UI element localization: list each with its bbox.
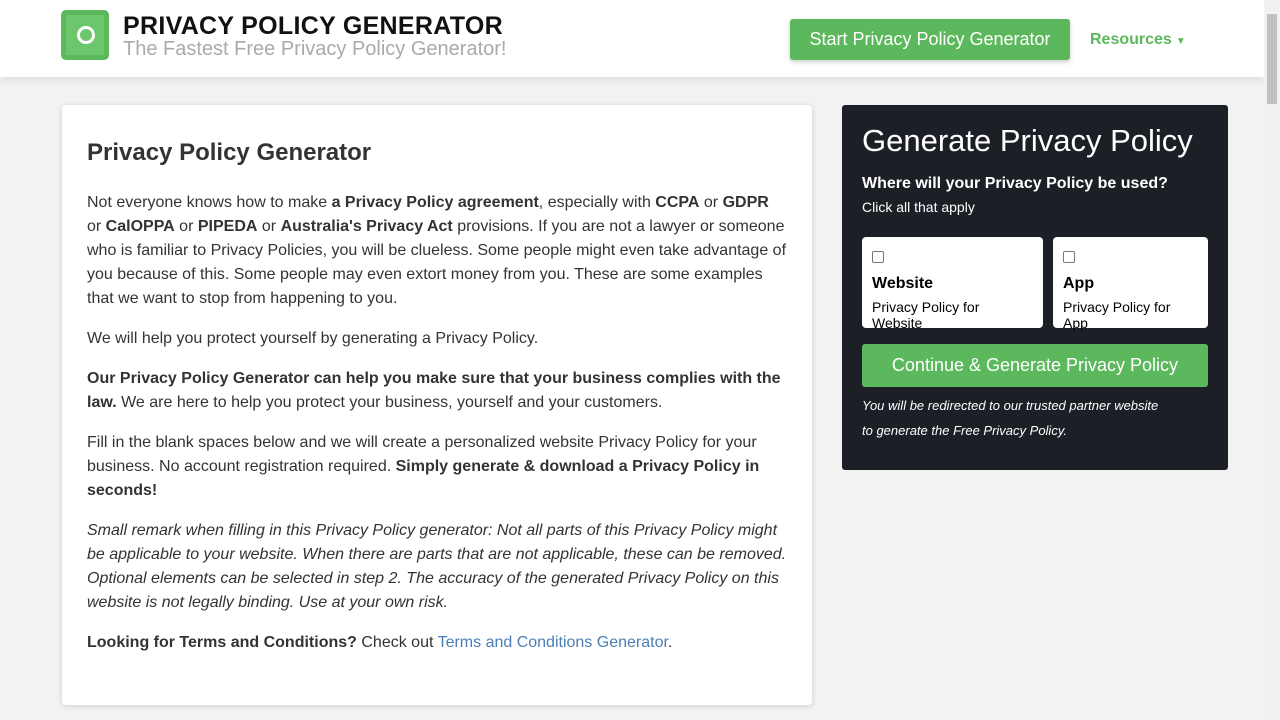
safe-logo-icon[interactable]	[61, 10, 109, 60]
continue-button[interactable]: Continue & Generate Privacy Policy	[862, 344, 1208, 387]
usage-question: Where will your Privacy Policy be used?	[862, 175, 1168, 192]
option-label: Website	[872, 275, 934, 292]
usage-hint: Click all that apply	[862, 199, 975, 215]
content-card: Privacy Policy Generator Not everyone kn…	[62, 105, 812, 705]
option-desc: Privacy Policy for App	[1063, 299, 1171, 331]
help-paragraph: We will help you protect yourself by gen…	[87, 330, 539, 347]
start-generator-button[interactable]: Start Privacy Policy Generator	[790, 19, 1070, 60]
terms-paragraph: Looking for Terms and Conditions? Check …	[87, 634, 673, 651]
fill-paragraph: Fill in the blank spaces below and we wi…	[87, 434, 760, 499]
scrollbar-thumb[interactable]	[1267, 14, 1277, 104]
caret-down-icon: ▼	[1175, 36, 1186, 47]
generate-panel: Generate Privacy Policy Where will your …	[842, 105, 1228, 470]
option-app[interactable]: App Privacy Policy for App	[1053, 237, 1208, 331]
option-label: App	[1063, 275, 1095, 292]
comply-paragraph: Our Privacy Policy Generator can help yo…	[87, 370, 781, 411]
intro-paragraph: Not everyone knows how to make a Privacy…	[87, 194, 787, 307]
brand-name[interactable]: PRIVACY POLICY GENERATOR	[123, 12, 503, 41]
header: PRIVACY POLICY GENERATOR The Fastest Fre…	[0, 0, 1264, 77]
tagline: The Fastest Free Privacy Policy Generato…	[123, 38, 507, 60]
panel-title: Generate Privacy Policy	[862, 123, 1193, 158]
resources-label: Resources	[1090, 31, 1172, 48]
option-website[interactable]: Website Privacy Policy for Website	[862, 237, 1043, 331]
page-title: Privacy Policy Generator	[87, 139, 372, 166]
terms-generator-link[interactable]: Terms and Conditions Generator	[438, 634, 668, 651]
scrollbar[interactable]	[1264, 0, 1280, 720]
resources-menu[interactable]: Resources ▼	[1090, 31, 1186, 49]
redirect-note: You will be redirected to our trusted pa…	[862, 398, 1159, 438]
website-checkbox[interactable]	[872, 251, 884, 263]
option-desc: Privacy Policy for Website	[872, 299, 980, 331]
remark-paragraph: Small remark when filling in this Privac…	[87, 522, 787, 611]
app-checkbox[interactable]	[1063, 251, 1075, 263]
